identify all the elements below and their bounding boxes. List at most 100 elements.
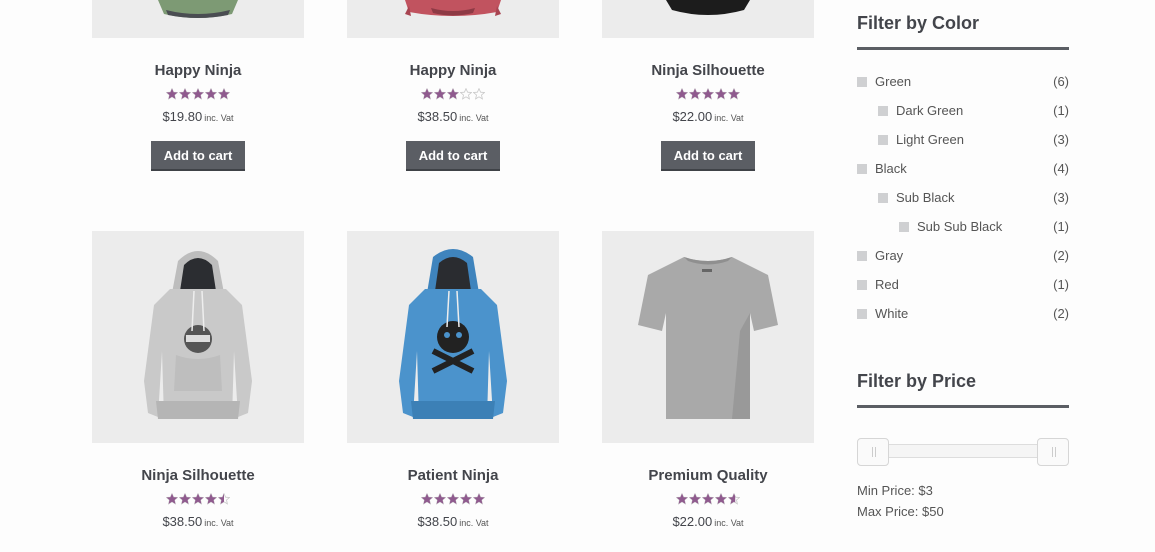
color-name[interactable]: White — [875, 306, 1053, 321]
checkbox-icon[interactable] — [857, 250, 867, 261]
price-suffix: inc. Vat — [204, 518, 234, 528]
color-filter-item[interactable]: Red (1) — [857, 270, 1069, 299]
product-image[interactable] — [602, 0, 814, 38]
star-icon — [715, 88, 727, 100]
color-count: (3) — [1053, 132, 1069, 147]
product-card: Premium Quality $22.00 inc. Vat — [602, 231, 814, 531]
star-rating — [602, 493, 814, 507]
add-to-cart-button[interactable]: Add to cart — [405, 141, 501, 171]
star-icon — [421, 88, 433, 100]
star-icon — [447, 493, 459, 505]
widget-divider — [857, 405, 1069, 408]
color-filter-item[interactable]: White (2) — [857, 299, 1069, 328]
checkbox-icon[interactable] — [857, 163, 867, 174]
price-range-slider[interactable] — [857, 438, 1069, 466]
star-icon — [205, 88, 217, 100]
star-icon — [179, 493, 191, 505]
star-rating — [347, 493, 559, 507]
star-icon — [460, 493, 472, 505]
star-icon — [676, 88, 688, 100]
price-suffix: inc. Vat — [714, 518, 744, 528]
color-count: (4) — [1053, 161, 1069, 176]
product-title[interactable]: Happy Ninja — [347, 62, 559, 80]
color-name[interactable]: Gray — [875, 248, 1053, 263]
star-icon — [689, 88, 701, 100]
product-title[interactable]: Premium Quality — [602, 467, 814, 485]
color-name[interactable]: Light Green — [896, 132, 1053, 147]
product-title[interactable]: Ninja Silhouette — [602, 62, 814, 80]
product-title[interactable]: Patient Ninja — [347, 467, 559, 485]
shop-sidebar: Filter by Color Green (6) Dark Green (1) Lig… — [857, 0, 1069, 522]
color-filter-list: Green (6) Dark Green (1) Light Green (3) Black… — [857, 67, 1069, 328]
price-amount: $38.50 — [417, 514, 458, 529]
star-icon — [218, 493, 230, 505]
star-icon — [192, 493, 204, 505]
price-suffix: inc. Vat — [204, 113, 234, 123]
color-filter-item[interactable]: Sub Black (3) — [857, 183, 1069, 212]
color-name[interactable]: Green — [875, 74, 1053, 89]
product-image[interactable] — [347, 231, 559, 443]
color-count: (2) — [1053, 248, 1069, 263]
add-to-cart-button[interactable]: Add to cart — [150, 141, 246, 171]
checkbox-icon[interactable] — [857, 308, 867, 319]
star-icon — [218, 88, 230, 100]
star-icon — [460, 88, 472, 100]
checkbox-icon[interactable] — [878, 105, 888, 116]
color-count: (6) — [1053, 74, 1069, 89]
checkbox-icon[interactable] — [899, 221, 909, 232]
color-name[interactable]: Black — [875, 161, 1053, 176]
price-amount: $22.00 — [672, 109, 713, 124]
product-image[interactable] — [602, 231, 814, 443]
product-image[interactable] — [347, 0, 559, 38]
color-name[interactable]: Dark Green — [896, 103, 1053, 118]
star-icon — [166, 493, 178, 505]
checkbox-icon[interactable] — [857, 76, 867, 87]
star-icon — [205, 493, 217, 505]
slider-min-handle[interactable] — [857, 438, 889, 466]
checkbox-icon[interactable] — [878, 134, 888, 145]
star-icon — [192, 88, 204, 100]
color-filter-item[interactable]: Dark Green (1) — [857, 96, 1069, 125]
color-filter-item[interactable]: Black (4) — [857, 154, 1069, 183]
widget-divider — [857, 47, 1069, 50]
slider-track[interactable] — [873, 444, 1053, 458]
color-name[interactable]: Sub Sub Black — [917, 219, 1053, 234]
star-icon — [715, 493, 727, 505]
star-icon — [179, 88, 191, 100]
checkbox-icon[interactable] — [857, 279, 867, 290]
product-card: Ninja Silhouette $22.00 inc. Vat Add to c… — [602, 0, 814, 171]
color-name[interactable]: Sub Black — [896, 190, 1053, 205]
product-title[interactable]: Happy Ninja — [92, 62, 304, 80]
checkbox-icon[interactable] — [878, 192, 888, 203]
price-amount: $22.00 — [672, 514, 713, 529]
color-count: (1) — [1053, 219, 1069, 234]
product-price: $38.50 inc. Vat — [347, 109, 559, 126]
star-rating — [92, 493, 304, 507]
product-card: Happy Ninja $38.50 inc. Vat Add to cart — [347, 0, 559, 171]
product-image[interactable] — [92, 0, 304, 38]
color-count: (3) — [1053, 190, 1069, 205]
price-suffix: inc. Vat — [714, 113, 744, 123]
product-image[interactable] — [92, 231, 304, 443]
color-name[interactable]: Red — [875, 277, 1053, 292]
product-price: $38.50 inc. Vat — [347, 514, 559, 531]
product-price: $22.00 inc. Vat — [602, 109, 814, 126]
min-price-label: Min Price: $3 — [857, 483, 933, 498]
price-suffix: inc. Vat — [459, 113, 489, 123]
star-rating — [347, 88, 559, 102]
product-card: Ninja Silhouette $38.50 inc. Vat — [92, 231, 304, 531]
star-icon — [473, 493, 485, 505]
color-filter-item[interactable]: Sub Sub Black (1) — [857, 212, 1069, 241]
price-amount: $19.80 — [162, 109, 203, 124]
color-count: (1) — [1053, 103, 1069, 118]
color-filter-item[interactable]: Gray (2) — [857, 241, 1069, 270]
color-filter-item[interactable]: Light Green (3) — [857, 125, 1069, 154]
product-title[interactable]: Ninja Silhouette — [92, 467, 304, 485]
color-count: (1) — [1053, 277, 1069, 292]
product-card: Patient Ninja $38.50 inc. Vat — [347, 231, 559, 531]
slider-max-handle[interactable] — [1037, 438, 1069, 466]
color-filter-item[interactable]: Green (6) — [857, 67, 1069, 96]
add-to-cart-button[interactable]: Add to cart — [660, 141, 756, 171]
star-icon — [728, 493, 740, 505]
star-icon — [421, 493, 433, 505]
